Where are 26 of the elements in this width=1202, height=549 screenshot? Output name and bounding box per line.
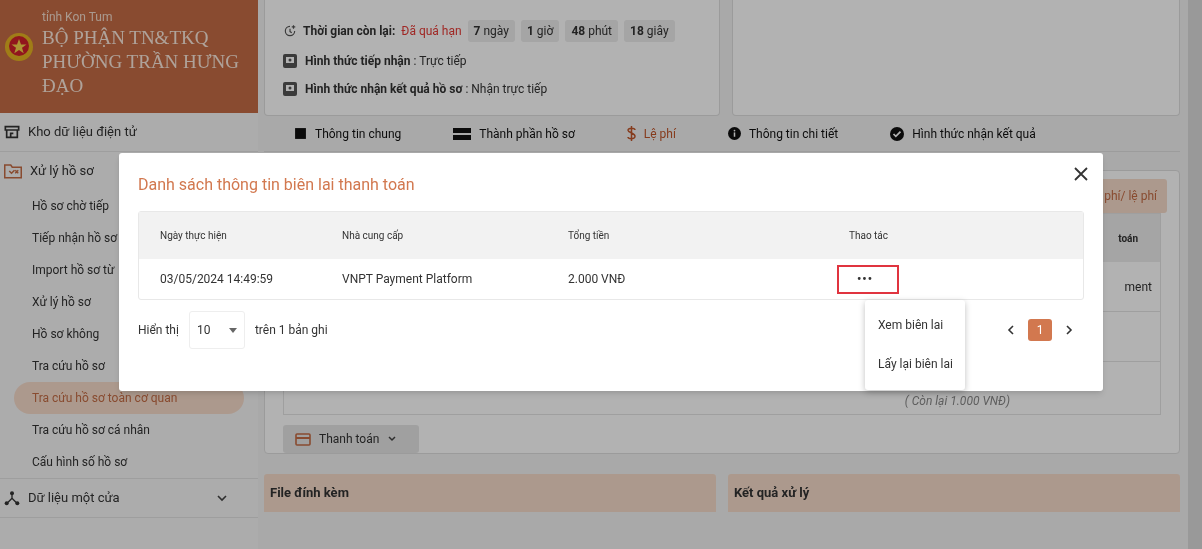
table-cell-text: VNPT Payment Platform	[342, 271, 474, 288]
table-cell-text: 03/05/2024 14:49:59	[160, 271, 275, 288]
column-header: toán	[1118, 231, 1138, 246]
time-chip: 18 giây	[624, 20, 675, 42]
fee-header-text: phí/ lệ phí	[1104, 188, 1157, 206]
unit-title: BỘ PHẬN TN&TKQ PHƯỜNG TRẦN HƯNG ĐẠO	[42, 26, 240, 98]
column-header: Nhà cung cấp	[342, 228, 405, 243]
dialog-title: Danh sách thông tin biên lai thanh toán	[138, 174, 415, 196]
column-header: Thao tác	[849, 229, 890, 243]
section-header: File đính kèm	[264, 474, 716, 512]
time-chip: 7 ngày	[467, 20, 515, 42]
column-header: Ngày thực hiện	[160, 229, 228, 243]
deadline-label: Thời gian còn lại:	[303, 23, 396, 40]
section-header: Kết quả xử lý	[728, 474, 1180, 512]
deadline-status: Đã quá hạn	[401, 23, 462, 40]
table-cell-text: 2.000 VNĐ	[568, 271, 627, 288]
record-summary: trên 1 bản ghi	[254, 322, 328, 339]
region-label: tỉnh Kon Tum	[42, 10, 114, 24]
show-label: Hiển thị	[138, 322, 179, 339]
info-text: Hình thức nhận kết quả hồ sơ : Nhận trực tiếp	[305, 81, 548, 98]
info-text: Hình thức tiếp nhận : Trực tiếp	[305, 53, 467, 70]
table-cell-text: ment	[1124, 278, 1152, 296]
time-chip: 1 giờ	[520, 20, 560, 42]
column-header: Tổng tiền	[568, 228, 611, 243]
time-chip: 48 phút	[565, 20, 619, 42]
remaining-amount: ( Còn lại 1.000 VNĐ)	[904, 393, 1010, 411]
